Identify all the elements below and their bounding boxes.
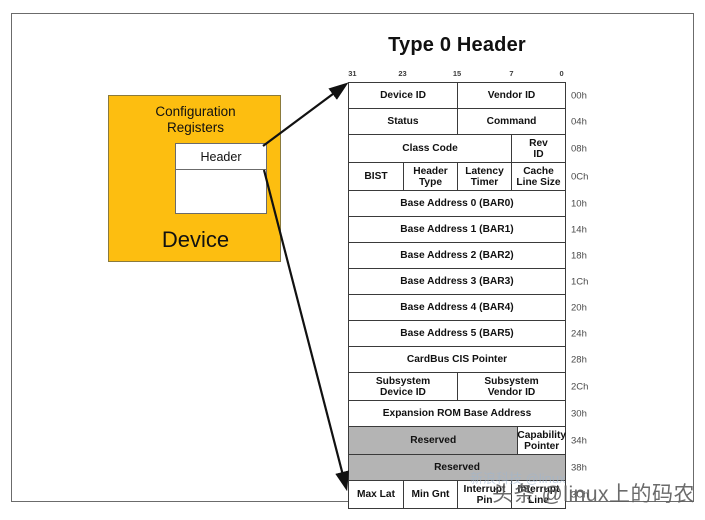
- register-field: Max Lat: [349, 481, 403, 508]
- table-row: Base Address 3 (BAR3) 1Ch: [349, 269, 588, 295]
- table-row: Base Address 1 (BAR1) 14h: [349, 217, 587, 243]
- register-field: Base Address 5 (BAR5): [349, 321, 565, 346]
- register-offset: 08h: [571, 143, 587, 154]
- table-row: Base Address 4 (BAR4) 20h: [349, 295, 587, 321]
- header-stack: Header: [175, 143, 267, 214]
- register-field: Latency Timer: [457, 163, 511, 190]
- register-offset: 24h: [571, 328, 587, 339]
- bit-label-23: 23: [398, 69, 407, 78]
- header-cell-label: Header: [176, 144, 266, 170]
- page-title: Type 0 Header: [388, 34, 526, 56]
- table-row: Base Address 5 (BAR5) 24h: [349, 321, 587, 347]
- bit-label-15: 15: [452, 69, 462, 78]
- register-offset: 30h: [571, 408, 587, 419]
- header-cell-empty: [176, 170, 266, 213]
- table-row: Expansion ROM Base Address 30h: [349, 401, 587, 427]
- bit-label-0: 0: [559, 69, 564, 78]
- register-field: Base Address 2 (BAR2): [349, 243, 565, 268]
- table-row: Class Code Rev ID 08h: [349, 135, 587, 163]
- bit-label-31: 31: [348, 69, 357, 78]
- table-row: Base Address 2 (BAR2) 18h: [349, 243, 587, 269]
- register-field: Subsystem Device ID: [349, 373, 457, 400]
- register-field: Base Address 1 (BAR1): [349, 217, 565, 242]
- register-field: Expansion ROM Base Address: [349, 401, 565, 426]
- table-row: Device ID Vendor ID 00h: [349, 83, 587, 109]
- register-offset: 28h: [571, 354, 587, 365]
- table-row: BIST Header Type Latency Timer Cache Line Size…: [349, 163, 588, 191]
- diagram-canvas: Type 0 Header Configuration Registers He…: [0, 0, 705, 520]
- register-field: Vendor ID: [457, 83, 565, 108]
- bit-label-7: 7: [509, 69, 514, 78]
- register-field: Base Address 3 (BAR3): [349, 269, 565, 294]
- register-field: Cache Line Size: [511, 163, 565, 190]
- table-row: Subsystem Device ID Subsystem Vendor ID 2Ch: [349, 373, 588, 401]
- register-field: Subsystem Vendor ID: [457, 373, 565, 400]
- bit-ruler: 31 23 15 7 0: [348, 69, 566, 81]
- register-field: Capability Pointer: [517, 427, 566, 454]
- register-offset: 18h: [571, 250, 587, 261]
- config-registers-line1: Configuration: [155, 104, 236, 119]
- register-field: Status: [349, 109, 457, 134]
- device-box: Configuration Registers Header Device: [108, 95, 281, 262]
- register-offset: 34h: [571, 435, 587, 446]
- register-field: Rev ID: [511, 135, 565, 162]
- configuration-registers-label: Configuration Registers: [109, 104, 282, 136]
- register-field: BIST: [349, 163, 403, 190]
- register-field: Base Address 0 (BAR0): [349, 191, 565, 216]
- register-field: Class Code: [349, 135, 511, 162]
- register-offset: 04h: [571, 116, 587, 127]
- register-table: Device ID Vendor ID 00h Status Command 04h Cla…: [348, 82, 588, 509]
- register-field: Base Address 4 (BAR4): [349, 295, 565, 320]
- register-field: Device ID: [349, 83, 457, 108]
- register-offset: 1Ch: [571, 276, 589, 287]
- table-row: Base Address 0 (BAR0) 10h: [349, 191, 587, 217]
- register-offset: 00h: [571, 90, 587, 101]
- register-field: Header Type: [403, 163, 457, 190]
- table-row: Status Command 04h: [349, 109, 587, 135]
- register-field: CardBus CIS Pointer: [349, 347, 565, 372]
- device-label: Device: [161, 227, 230, 252]
- register-offset: 2Ch: [571, 381, 589, 392]
- register-field: Reserved: [349, 427, 518, 454]
- table-row: CardBus CIS Pointer 28h: [349, 347, 587, 373]
- register-offset: 10h: [571, 198, 587, 209]
- table-row: Reserved Capability Pointer 34h: [349, 427, 587, 455]
- config-registers-line2: Registers: [166, 120, 225, 135]
- register-offset: 14h: [571, 224, 587, 235]
- register-offset: 38h: [571, 462, 587, 473]
- register-offset: 20h: [571, 302, 587, 313]
- watermark: 头条 @linux上的码农: [492, 483, 695, 506]
- register-field: Command: [457, 109, 565, 134]
- register-offset: 0Ch: [571, 171, 589, 182]
